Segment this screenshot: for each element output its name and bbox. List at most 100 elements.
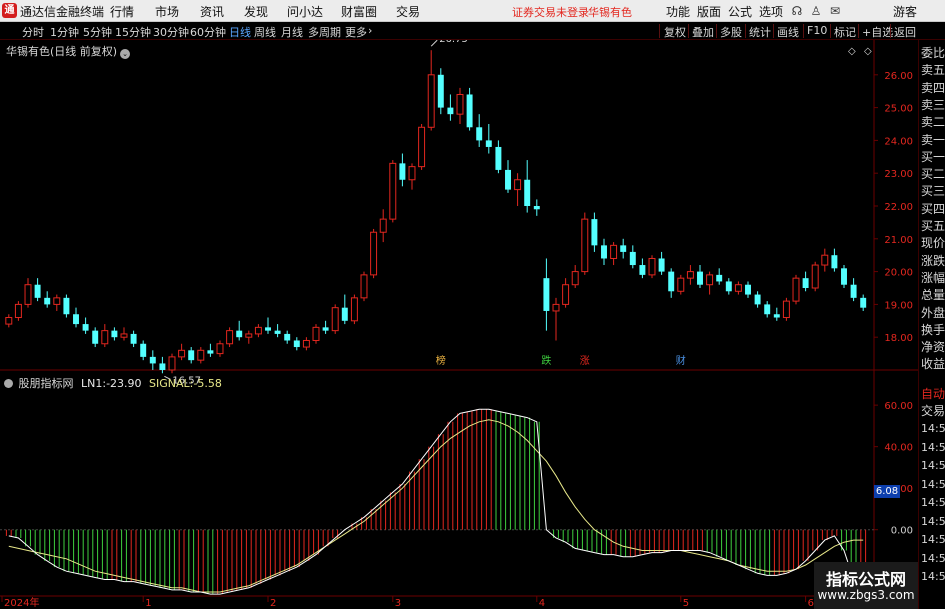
shirt-icon[interactable]: ♙ <box>808 3 824 19</box>
candle-body <box>312 326 320 341</box>
candle-body <box>629 251 636 266</box>
candle-body <box>322 327 329 331</box>
trade-time: 14:56 <box>921 570 945 583</box>
time-axis: 2024年 1 2 3 4 5 6 <box>1 596 814 609</box>
indicator-lines <box>8 408 864 595</box>
candle-body <box>668 271 675 292</box>
indicator-title: 股朋指标网 LN1:-23.90 SIGNAL:-5.58 <box>4 375 222 391</box>
indicator-tick-label: 60.00 <box>884 401 913 412</box>
price-tick-label: 20.00 <box>884 268 913 279</box>
menu-hangqing[interactable]: 行情 <box>110 3 134 20</box>
headset-icon[interactable]: ☊ <box>789 3 805 19</box>
period-15min[interactable]: 15分钟 <box>115 24 151 40</box>
menu-zixun[interactable]: 资讯 <box>200 3 224 20</box>
indicator-settings-icon[interactable] <box>4 379 13 388</box>
price-tick-label: 19.00 <box>884 300 913 311</box>
candle-body <box>601 245 607 259</box>
candle-body <box>389 162 397 220</box>
menu-banmian[interactable]: 版面 <box>697 3 721 20</box>
quote-field-label: 净资 <box>921 340 945 355</box>
kline-chart[interactable]: 18.0019.0020.0021.0022.0023.0024.0025.00… <box>0 40 918 609</box>
event-marker: 跌 <box>541 354 551 367</box>
period-daily[interactable]: 日线 <box>229 24 251 40</box>
quote-field-label: 买三 <box>921 184 945 199</box>
candle-body <box>850 284 857 298</box>
candle-body <box>82 324 89 331</box>
menu-caifuquan[interactable]: 财富圈 <box>341 3 377 20</box>
user-label[interactable]: 游客 <box>893 3 917 20</box>
trade-time: 14:56 <box>921 477 945 491</box>
candle-body <box>92 330 99 344</box>
candle-body <box>140 343 147 357</box>
candle-body <box>226 330 234 345</box>
candle-body <box>773 314 780 318</box>
chevron-right-icon[interactable]: › <box>368 24 372 37</box>
period-weekly[interactable]: 周线 <box>254 24 276 40</box>
time-tick-label: 3 <box>395 598 401 609</box>
quote-field-label: 卖三 <box>921 97 945 112</box>
menu-wenxiaoda[interactable]: 问小达 <box>287 3 323 20</box>
period-fenshi[interactable]: 分时 <box>22 24 44 40</box>
candle-body <box>706 274 714 286</box>
toolbar-divider <box>688 24 689 38</box>
login-notice[interactable]: 证券交易未登录 <box>512 4 589 20</box>
quote-field-label: 买五 <box>921 219 945 233</box>
fuquan-button[interactable]: 复权 <box>664 24 686 40</box>
time-tick-label: 4 <box>539 598 545 609</box>
candle-body <box>24 284 32 305</box>
price-tick-label: 22.00 <box>884 202 913 213</box>
multi-stock-button[interactable]: 多股 <box>720 24 742 40</box>
menu-jiaoyi[interactable]: 交易 <box>396 3 420 20</box>
candle-body <box>254 326 262 335</box>
trade-time: 14:56 <box>921 422 945 435</box>
trade-label[interactable]: 交易 <box>921 402 945 419</box>
candle-body <box>639 265 646 275</box>
mark-button[interactable]: 标记 <box>834 24 856 40</box>
quote-field-label: 委比 <box>921 46 945 60</box>
candle-body <box>447 107 454 115</box>
candle-body <box>754 294 761 305</box>
draw-line-button[interactable]: 画线 <box>777 24 799 40</box>
period-more[interactable]: 更多 <box>345 24 367 40</box>
add-watchlist-button[interactable]: +自选 <box>862 24 893 40</box>
candle-body <box>456 93 464 115</box>
candle-body <box>101 330 109 345</box>
trade-time: 14:56 <box>921 533 945 546</box>
quote-field-label: 卖四 <box>921 80 945 95</box>
back-button[interactable]: 返回 <box>894 24 916 40</box>
candle-body <box>543 278 550 311</box>
period-30min[interactable]: 30分钟 <box>153 24 189 40</box>
period-monthly[interactable]: 月线 <box>281 24 303 40</box>
trade-time: 14:56 <box>921 496 945 509</box>
event-marker: 财 <box>676 354 686 367</box>
dropdown-circle-icon[interactable]: ⌄ <box>120 49 131 59</box>
candle-body <box>245 333 253 338</box>
candle-body <box>149 356 156 364</box>
candle-body <box>14 303 22 319</box>
period-5min[interactable]: 5分钟 <box>83 24 112 40</box>
indicator-name[interactable]: 股朋指标网 <box>19 377 74 390</box>
signal-label: SIGNAL: <box>149 377 194 390</box>
candle-body <box>370 231 378 276</box>
signal-value-tag: 6.08 <box>874 485 900 498</box>
indicator-tick-label: 0.00 <box>891 526 913 537</box>
menu-faxian[interactable]: 发现 <box>244 3 268 20</box>
candle-body <box>44 297 51 305</box>
stats-button[interactable]: 统计 <box>749 24 771 40</box>
high-price-label: 26.75 <box>439 40 468 45</box>
f10-button[interactable]: F10 <box>807 24 827 37</box>
auto-trade-label[interactable]: 自动 <box>921 385 945 402</box>
overlay-button[interactable]: 叠加 <box>692 24 714 40</box>
menu-xuanxiang[interactable]: 选项 <box>759 3 783 20</box>
menu-shichang[interactable]: 市场 <box>155 3 179 20</box>
candle-body <box>111 330 118 338</box>
menu-gongshi[interactable]: 公式 <box>728 3 752 20</box>
period-multi[interactable]: 多周期 <box>308 24 341 40</box>
period-60min[interactable]: 60分钟 <box>190 24 226 40</box>
message-icon[interactable]: ✉ <box>827 3 843 19</box>
candle-body <box>73 314 79 325</box>
menu-gongneng[interactable]: 功能 <box>666 3 690 20</box>
candle-body <box>811 264 819 289</box>
candle-body <box>697 271 703 285</box>
period-1min[interactable]: 1分钟 <box>50 24 79 40</box>
